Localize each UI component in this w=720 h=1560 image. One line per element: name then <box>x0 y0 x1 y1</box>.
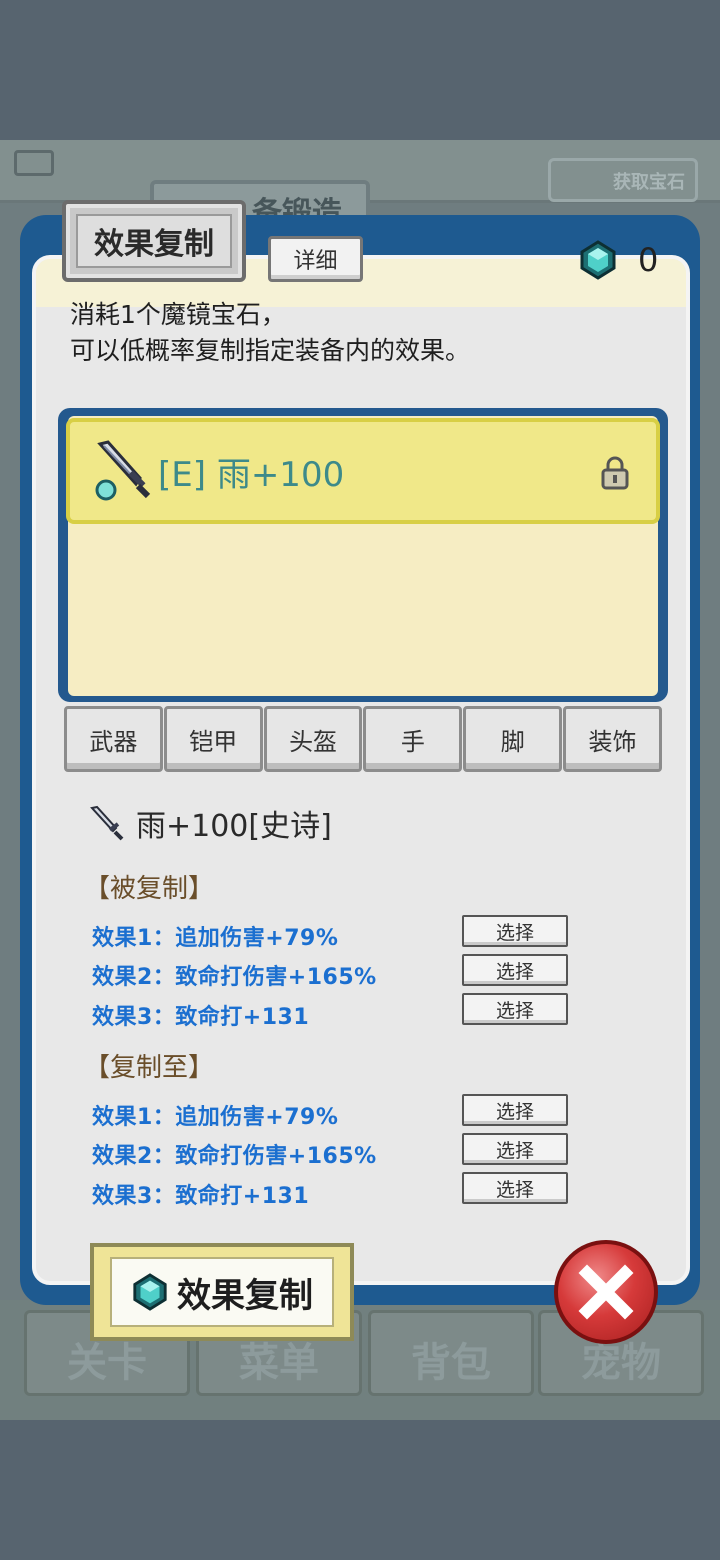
target-effect-1: 效果1：追加伤害+79% <box>92 1105 339 1130</box>
tab-accessory[interactable]: 装饰 <box>563 706 662 772</box>
gem-icon <box>133 1273 167 1311</box>
tab-helmet[interactable]: 头盔 <box>263 706 363 772</box>
category-tabs: 武器 铠甲 头盔 手 脚 装饰 <box>64 706 662 772</box>
copy-effect-button-label: 效果复制 <box>177 1275 313 1316</box>
tab-hand[interactable]: 手 <box>363 706 463 772</box>
description-line-2: 可以低概率复制指定装备内的效果。 <box>70 336 471 365</box>
dialog-title-tab: 效果复制 <box>62 200 246 282</box>
source-effect-1-select-button[interactable]: 选择 <box>462 915 568 947</box>
target-effect-2: 效果2：致命打伤害+165% <box>92 1144 377 1169</box>
tab-foot[interactable]: 脚 <box>463 706 563 772</box>
source-effect-3-select-button[interactable]: 选择 <box>462 993 568 1025</box>
source-section-title: 【被复制】 <box>84 874 215 904</box>
target-effect-2-select-button[interactable]: 选择 <box>462 1133 568 1165</box>
target-section-title: 【复制至】 <box>84 1053 215 1083</box>
gem-counter: 0 <box>578 238 658 282</box>
close-icon <box>578 1264 634 1320</box>
close-button[interactable] <box>554 1240 658 1344</box>
copy-effect-button-face: 效果复制 <box>110 1257 334 1327</box>
lock-icon[interactable] <box>600 456 630 490</box>
description-line-1: 消耗1个魔镜宝石， <box>70 300 286 329</box>
sword-small-icon <box>90 805 124 841</box>
target-effect-3-select-button[interactable]: 选择 <box>462 1172 568 1204</box>
menu-icon <box>14 150 54 176</box>
item-name: 雨+100[史诗] <box>136 809 332 844</box>
tab-armor[interactable]: 铠甲 <box>163 706 263 772</box>
tab-weapon[interactable]: 武器 <box>64 706 163 772</box>
selected-equipment-label: [E] 雨+100 <box>158 454 345 495</box>
description: 消耗1个魔镜宝石， 可以低概率复制指定装备内的效果。 <box>70 297 670 369</box>
dialog-title: 效果复制 <box>76 214 232 268</box>
gem-count-value: 0 <box>638 241 659 279</box>
target-effect-3: 效果3：致命打+131 <box>92 1184 310 1209</box>
background-nav-bag: 背包 <box>368 1310 534 1396</box>
source-effect-1: 效果1：追加伤害+79% <box>92 926 339 951</box>
source-effect-2: 效果2：致命打伤害+165% <box>92 965 377 990</box>
target-effect-1-select-button[interactable]: 选择 <box>462 1094 568 1126</box>
sword-icon <box>95 440 151 501</box>
gem-icon <box>580 240 616 280</box>
equipment-row-selected[interactable]: [E] 雨+100 <box>66 418 660 524</box>
copy-effect-button[interactable]: 效果复制 <box>90 1243 354 1341</box>
source-effect-2-select-button[interactable]: 选择 <box>462 954 568 986</box>
detail-button[interactable]: 详细 <box>268 236 363 282</box>
background-get-gems-button: 获取宝石 <box>548 158 698 202</box>
source-effect-3: 效果3：致命打+131 <box>92 1005 310 1030</box>
item-name-row: 雨+100[史诗] <box>88 800 332 846</box>
